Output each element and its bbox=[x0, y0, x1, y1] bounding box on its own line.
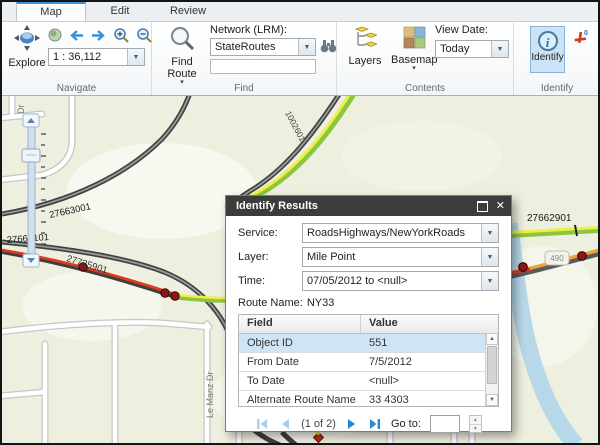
navigate-toolbar bbox=[48, 27, 152, 43]
forward-arrow-icon[interactable] bbox=[91, 29, 106, 42]
chevron-down-icon[interactable]: ▼ bbox=[491, 41, 508, 57]
identify-button[interactable]: i Identify bbox=[530, 26, 565, 73]
explore-button[interactable]: Explore bbox=[6, 24, 48, 69]
time-value: 07/05/2012 to <null> bbox=[303, 275, 481, 287]
layer-value: Mile Point bbox=[303, 251, 481, 263]
table-header: Field Value bbox=[239, 315, 498, 334]
time-combobox[interactable]: 07/05/2012 to <null> ▼ bbox=[302, 271, 499, 291]
table-scrollbar[interactable]: ▲ ▼ bbox=[485, 333, 498, 406]
field-column-header: Field bbox=[239, 315, 361, 333]
goto-spinner[interactable]: ▲ ▼ bbox=[469, 415, 482, 433]
identify-button-label: Identify bbox=[531, 52, 564, 64]
table-row[interactable]: Alternate Route Name 33 4303 bbox=[239, 391, 498, 407]
back-arrow-icon[interactable] bbox=[69, 29, 84, 42]
group-identify: i Identify 0 Identify bbox=[514, 22, 600, 95]
layers-icon bbox=[353, 26, 377, 50]
goto-page-input[interactable] bbox=[430, 415, 460, 433]
spinner-up-icon[interactable]: ▲ bbox=[470, 416, 481, 425]
layers-label: Layers bbox=[345, 55, 385, 67]
pagination-bar: (1 of 2) Go to: ▲ ▼ bbox=[238, 409, 499, 439]
previous-page-icon[interactable] bbox=[278, 417, 292, 431]
chevron-down-icon[interactable]: ▼ bbox=[298, 39, 315, 55]
spinner-down-icon[interactable]: ▼ bbox=[470, 425, 481, 433]
page-indicator: (1 of 2) bbox=[301, 418, 336, 430]
globe-icon[interactable] bbox=[48, 28, 62, 42]
service-value: RoadsHighways/NewYorkRoads bbox=[303, 227, 481, 239]
ribbon: Explore bbox=[2, 22, 598, 96]
service-label: Service: bbox=[238, 227, 302, 239]
time-label: Time: bbox=[238, 275, 302, 287]
group-navigate: Explore bbox=[2, 22, 152, 95]
find-route-icon bbox=[169, 25, 195, 51]
service-combobox[interactable]: RoadsHighways/NewYorkRoads ▼ bbox=[302, 223, 499, 243]
svg-text:490: 490 bbox=[550, 254, 564, 263]
maximize-icon[interactable] bbox=[477, 201, 488, 212]
network-lrm-value: StateRoutes bbox=[211, 41, 298, 53]
scroll-up-icon[interactable]: ▲ bbox=[486, 333, 498, 345]
next-page-icon[interactable] bbox=[345, 417, 359, 431]
layer-combobox[interactable]: Mile Point ▼ bbox=[302, 247, 499, 267]
table-row[interactable]: Object ID 551 bbox=[239, 334, 498, 353]
zoom-out-icon[interactable] bbox=[136, 27, 152, 43]
explore-label: Explore bbox=[6, 57, 48, 69]
chevron-down-icon[interactable]: ▼ bbox=[481, 248, 498, 266]
binoculars-icon[interactable] bbox=[320, 39, 337, 54]
group-contents: Layers Basemap ▾ View Date: Today ▼ Cont… bbox=[337, 22, 514, 95]
tab-review[interactable]: Review bbox=[154, 2, 222, 21]
route-shield-490: 490 bbox=[545, 251, 569, 265]
application-window: Map Edit Review Explore bbox=[0, 0, 600, 445]
chevron-down-icon[interactable]: ▼ bbox=[481, 224, 498, 242]
goto-label: Go to: bbox=[391, 418, 421, 430]
first-page-icon[interactable] bbox=[255, 417, 269, 431]
ribbon-tab-bar: Map Edit Review bbox=[2, 2, 598, 22]
identify-results-dialog: Identify Results ✕ Service: RoadsHighway… bbox=[225, 195, 512, 432]
close-icon[interactable]: ✕ bbox=[496, 196, 505, 216]
explore-icon bbox=[13, 24, 41, 52]
attributes-table: Field Value Object ID 551 From Date 7/5/… bbox=[238, 314, 499, 407]
layer-label: Layer: bbox=[238, 251, 302, 263]
map-scale-value: 1 : 36,112 bbox=[49, 51, 127, 63]
view-date-combobox[interactable]: Today ▼ bbox=[435, 40, 509, 58]
view-date-value: Today bbox=[436, 43, 491, 55]
value-column-header: Value bbox=[361, 315, 498, 333]
group-label-navigate: Navigate bbox=[2, 83, 151, 94]
svg-text:27662901: 27662901 bbox=[527, 213, 572, 224]
scrollbar-thumb[interactable] bbox=[487, 346, 497, 384]
tab-edit[interactable]: Edit bbox=[86, 2, 154, 21]
route-name-value: NY33 bbox=[307, 297, 335, 309]
basemap-button[interactable]: Basemap ▾ bbox=[391, 26, 437, 72]
identify-route-locations-icon[interactable]: 0 bbox=[572, 29, 590, 47]
tab-map[interactable]: Map bbox=[16, 2, 86, 21]
dialog-title: Identify Results bbox=[236, 200, 318, 212]
group-find: Find Route ▾ Network (LRM): StateRoutes … bbox=[152, 22, 337, 95]
identify-icon: i bbox=[538, 31, 558, 51]
network-lrm-label: Network (LRM): bbox=[210, 24, 287, 36]
layers-button[interactable]: Layers bbox=[345, 26, 385, 67]
table-row[interactable]: From Date 7/5/2012 bbox=[239, 353, 498, 372]
chevron-down-icon[interactable]: ▼ bbox=[481, 272, 498, 290]
svg-text:Dr: Dr bbox=[16, 105, 26, 115]
basemap-icon bbox=[403, 26, 426, 49]
route-input-field[interactable] bbox=[210, 59, 316, 74]
network-lrm-combobox[interactable]: StateRoutes ▼ bbox=[210, 38, 316, 56]
find-route-button[interactable]: Find Route ▾ bbox=[162, 25, 202, 86]
find-route-label-line1: Find bbox=[162, 56, 202, 68]
scroll-down-icon[interactable]: ▼ bbox=[486, 394, 498, 406]
chevron-down-icon: ▾ bbox=[391, 66, 437, 72]
view-date-label: View Date: bbox=[435, 24, 488, 36]
svg-text:Le Manz Dr: Le Manz Dr bbox=[205, 371, 215, 418]
zoom-slider-track[interactable] bbox=[28, 127, 35, 255]
map-scale-combobox[interactable]: 1 : 36,112 ▼ bbox=[48, 48, 145, 66]
group-label-find: Find bbox=[152, 83, 336, 94]
zoom-in-icon[interactable] bbox=[113, 27, 129, 43]
route-name-label: Route Name: bbox=[238, 297, 303, 309]
chevron-down-icon[interactable]: ▼ bbox=[127, 49, 144, 65]
group-label-contents: Contents bbox=[337, 83, 513, 94]
group-label-identify: Identify bbox=[514, 83, 600, 94]
dialog-titlebar[interactable]: Identify Results ✕ bbox=[226, 196, 511, 216]
last-page-icon[interactable] bbox=[368, 417, 382, 431]
svg-text:0: 0 bbox=[584, 30, 588, 37]
table-row[interactable]: To Date <null> bbox=[239, 372, 498, 391]
